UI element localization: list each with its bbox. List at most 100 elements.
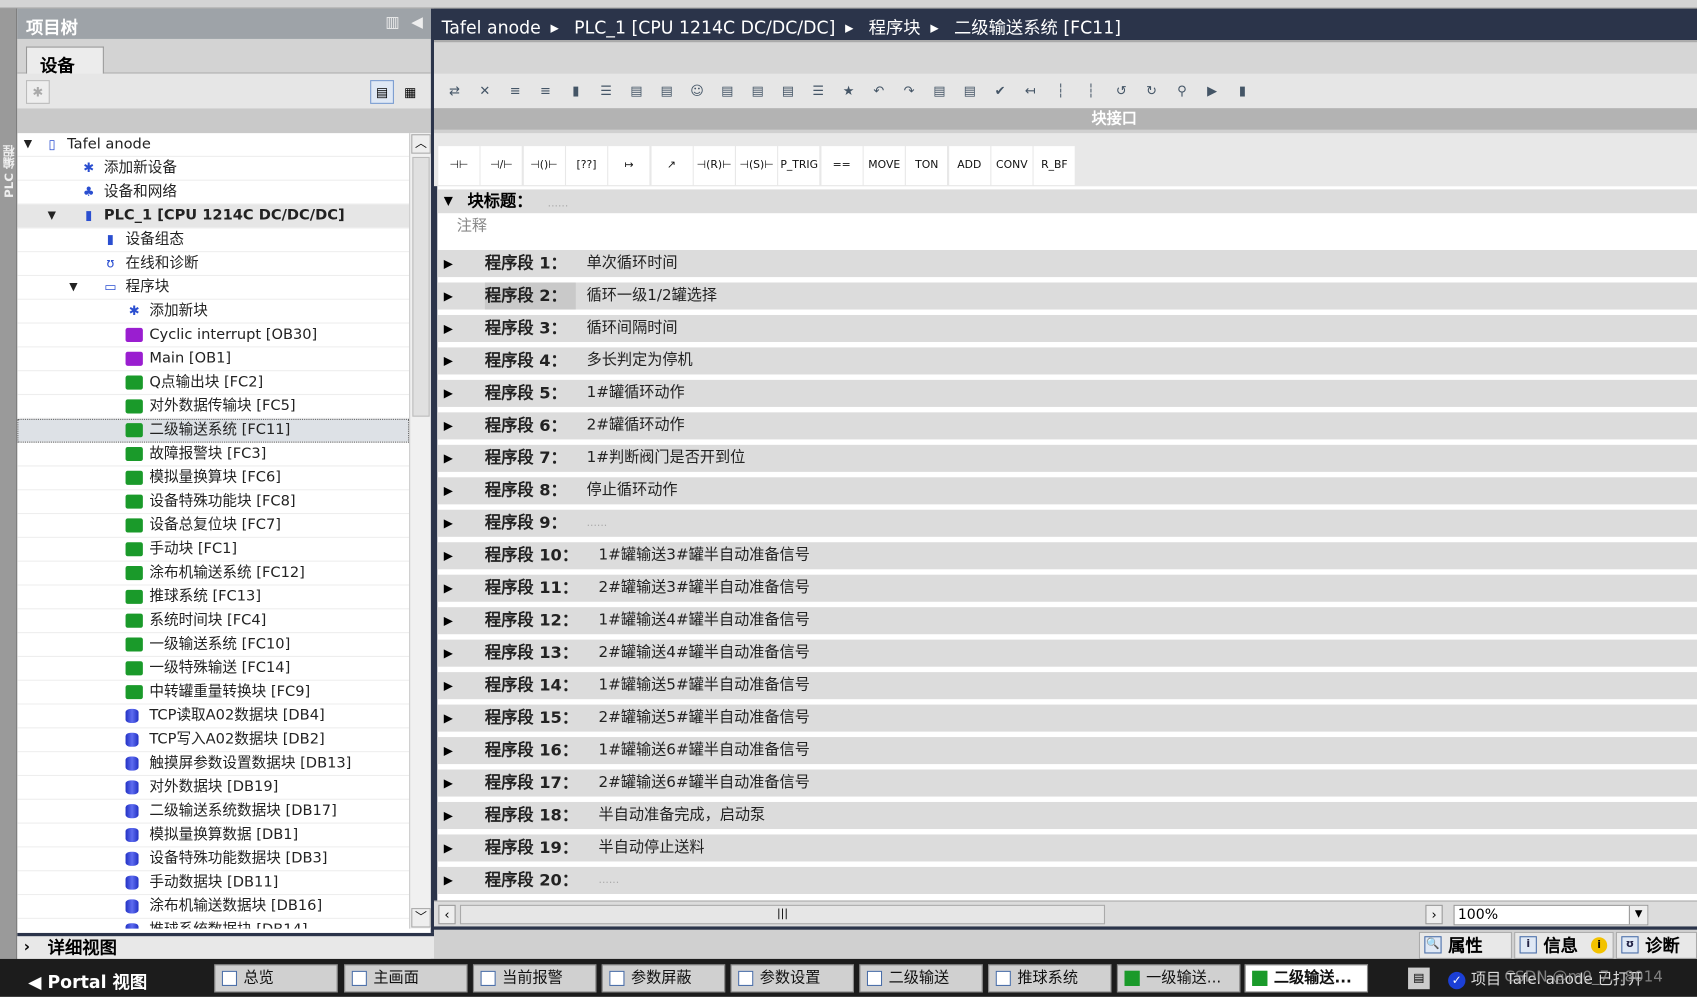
toolbar-icon[interactable]: ▤ <box>627 82 646 99</box>
toolbar-icon[interactable]: ▤ <box>657 82 676 99</box>
network-row[interactable]: ▶ 程序段 15： 2#罐输送5#罐半自动准备信号 <box>437 704 1697 732</box>
toolbar-icon[interactable]: ▤ <box>748 82 767 99</box>
network-comment[interactable]: 2#罐输送5#罐半自动准备信号 <box>599 705 810 732</box>
toolbar-icon[interactable]: ↶ <box>869 82 888 99</box>
tree-item[interactable]: 涂布机输送系统 [FC12] <box>17 562 410 586</box>
tree-item[interactable]: ʊ 在线和诊断 <box>17 252 410 276</box>
toolbar-icon[interactable]: ▤ <box>718 82 737 99</box>
breadcrumb-item[interactable]: 程序块 <box>869 17 921 38</box>
tree-item[interactable]: 模拟量换算块 [FC6] <box>17 466 410 491</box>
network-row[interactable]: ▶ 程序段 18： 半自动准备完成，启动泵 <box>437 801 1697 830</box>
network-comment[interactable]: 半自动准备完成，启动泵 <box>599 802 766 829</box>
block-interface-bar[interactable]: 块接口 <box>434 108 1697 130</box>
network-row[interactable]: ▶ 程序段 3： 循环间隔时间 <box>437 314 1697 343</box>
network-row[interactable]: ▶ 程序段 20：...... <box>437 866 1697 894</box>
toolbar-icon[interactable]: ↷ <box>899 82 918 99</box>
network-comment[interactable]: ...... <box>599 867 620 894</box>
expand-arrow-icon[interactable]: ▶ <box>444 575 453 602</box>
expand-arrow-icon[interactable]: ▶ <box>444 510 453 537</box>
instruction-button[interactable]: [??] <box>565 146 608 186</box>
block-comment[interactable]: 注释 <box>457 214 487 236</box>
detail-view-toggle[interactable]: › 详细视图 <box>17 932 435 959</box>
task-button[interactable]: 参数设置 <box>730 964 854 993</box>
tree-item[interactable]: 设备总复位块 [FC7] <box>17 514 410 538</box>
instruction-button[interactable]: P_TRIG <box>778 146 820 186</box>
tree-scrollbar[interactable]: ︿ ﹀ <box>409 133 431 929</box>
network-comment[interactable]: 1#罐输送4#罐半自动准备信号 <box>599 607 810 634</box>
tree-item[interactable]: Main [OB1] <box>17 347 410 372</box>
tree-item[interactable]: Q点输出块 [FC2] <box>17 371 410 396</box>
network-row[interactable]: ▶ 程序段 14： 1#罐输送5#罐半自动准备信号 <box>437 672 1697 700</box>
network-comment[interactable]: 半自动停止送料 <box>599 834 705 861</box>
network-comment[interactable]: 循环一级1/2罐选择 <box>587 282 717 309</box>
network-comment[interactable]: 1#罐输送5#罐半自动准备信号 <box>599 672 810 699</box>
editor-hscrollbar[interactable]: ‹ ||| › 100% ▼ <box>434 900 1697 927</box>
network-row[interactable]: ▶ 程序段 7： 1#判断阀门是否开到位 <box>437 444 1697 472</box>
expand-arrow-icon[interactable]: ▶ <box>444 770 453 797</box>
toolbar-icon[interactable]: ≡ <box>536 82 555 99</box>
task-button[interactable]: 推球系统 <box>988 964 1112 993</box>
export-icon[interactable]: ▦ <box>398 80 422 104</box>
expand-arrow-icon[interactable]: ▶ <box>444 802 453 829</box>
collapse-icon[interactable]: ▼ <box>444 189 453 213</box>
network-row[interactable]: ▶ 程序段 8： 停止循环动作 <box>437 477 1697 505</box>
tree-item[interactable]: 对外数据块 [DB19] <box>17 776 410 800</box>
toolbar-icon[interactable]: ▤ <box>930 82 949 99</box>
network-comment[interactable]: 单次循环时间 <box>587 250 678 277</box>
network-row[interactable]: ▶ 程序段 5： 1#罐循环动作 <box>437 379 1697 407</box>
instruction-button[interactable]: R_BF <box>1033 146 1075 186</box>
network-row[interactable]: ▶ 程序段 4： 多长判定为停机 <box>437 347 1697 375</box>
expand-arrow-icon[interactable]: ▶ <box>444 640 453 667</box>
tree-item[interactable]: 触摸屏参数设置数据块 [DB13] <box>17 752 410 777</box>
task-button[interactable]: 参数屏蔽 <box>601 964 726 993</box>
tree-item[interactable]: 一级输送系统 [FC10] <box>17 633 410 657</box>
tree-item[interactable]: Cyclic interrupt [OB30] <box>17 324 410 348</box>
instruction-button[interactable]: MOVE <box>863 146 905 186</box>
instruction-button[interactable]: ADD <box>948 146 990 186</box>
tree-item[interactable]: 推球系统数据块 [DB14] <box>17 919 409 929</box>
task-button[interactable]: 主画面 <box>344 964 468 993</box>
network-comment[interactable]: 多长判定为停机 <box>587 347 693 374</box>
tree-item[interactable]: 设备特殊功能数据块 [DB3] <box>17 847 410 872</box>
tree-item[interactable]: ✱ 添加新块 <box>17 300 410 324</box>
block-title[interactable]: ▼ 块标题：...... <box>437 189 1697 214</box>
tree-item[interactable]: 二级输送系统数据块 [DB17] <box>17 800 410 824</box>
network-comment[interactable]: 2#罐循环动作 <box>587 412 685 439</box>
breadcrumb-item[interactable]: Tafel anode <box>442 17 541 38</box>
instruction-button[interactable]: ⊣()⊢ <box>523 146 565 186</box>
network-row[interactable]: ▶ 程序段 6： 2#罐循环动作 <box>437 412 1697 440</box>
tree-item[interactable]: 手动数据块 [DB11] <box>17 871 410 896</box>
toolbar-icon[interactable]: ⚲ <box>1172 82 1191 99</box>
tree-item[interactable]: ♣ 设备和网络 <box>17 181 410 205</box>
toolbar-icon[interactable]: ▤ <box>960 82 979 99</box>
toolbar-icon[interactable]: ▤ <box>778 82 797 99</box>
network-row[interactable]: ▶ 程序段 17： 2#罐输送6#罐半自动准备信号 <box>437 769 1697 797</box>
expand-arrow-icon[interactable]: ▶ <box>444 607 453 634</box>
scroll-up-icon[interactable]: ︿ <box>411 134 431 154</box>
network-row[interactable]: ▶ 程序段 2： 循环一级1/2罐选择 <box>437 282 1697 310</box>
task-button[interactable]: 一级输送... <box>1116 964 1241 993</box>
tab-info[interactable]: i 信息 i <box>1514 931 1614 959</box>
toolbar-icon[interactable]: ✕ <box>475 82 494 99</box>
expand-arrow-icon[interactable]: ▶ <box>444 705 453 732</box>
scroll-thumb[interactable] <box>412 156 430 417</box>
instruction-button[interactable]: ⊣(S)⊢ <box>736 146 778 186</box>
task-button[interactable]: 二级输送... <box>1244 964 1369 993</box>
tree-item[interactable]: ▮ 设备组态 <box>17 228 410 253</box>
pin-icon[interactable]: ▥ <box>385 14 399 31</box>
toolbar-icon[interactable]: ↻ <box>1142 82 1161 99</box>
breadcrumb-item[interactable]: PLC_1 [CPU 1214C DC/DC/DC] <box>574 17 835 38</box>
tree-item[interactable]: ▼ ▮ PLC_1 [CPU 1214C DC/DC/DC] <box>17 204 410 229</box>
network-comment[interactable]: 1#罐输送3#罐半自动准备信号 <box>599 542 810 569</box>
tree-item[interactable]: 推球系统 [FC13] <box>17 586 410 610</box>
expand-arrow-icon[interactable]: ▶ <box>444 672 453 699</box>
expand-arrow-icon[interactable]: ▶ <box>444 542 453 569</box>
scroll-left-icon[interactable]: ‹ <box>438 904 456 925</box>
toolbar-icon[interactable]: ↤ <box>1021 82 1040 99</box>
network-row[interactable]: ▶ 程序段 13： 2#罐输送4#罐半自动准备信号 <box>437 639 1697 667</box>
network-comment[interactable]: 2#罐输送4#罐半自动准备信号 <box>599 640 810 667</box>
expand-arrow-icon[interactable]: ▶ <box>444 250 453 277</box>
expand-arrow-icon[interactable]: ▶ <box>444 412 453 439</box>
network-comment[interactable]: 循环间隔时间 <box>587 315 678 342</box>
expand-arrow-icon[interactable]: ▶ <box>444 282 453 309</box>
